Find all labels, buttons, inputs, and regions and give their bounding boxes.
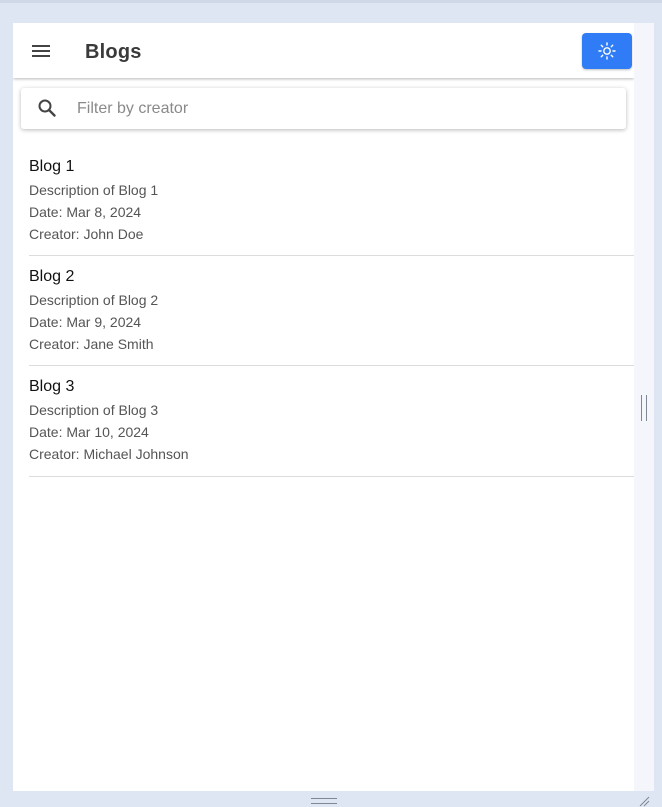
horizontal-resize-handle[interactable]	[641, 395, 647, 421]
blog-description: Description of Blog 2	[29, 292, 159, 308]
search-icon	[38, 99, 56, 117]
blog-creator: Creator: John Doe	[29, 226, 144, 242]
theme-toggle-button[interactable]	[582, 33, 632, 69]
sun-icon	[598, 42, 616, 60]
list-item[interactable]: Blog 3 Description of Blog 3 Date: Mar 1…	[29, 366, 634, 477]
blog-list: Blog 1 Description of Blog 1 Date: Mar 8…	[29, 146, 634, 477]
blog-description: Description of Blog 3	[29, 402, 159, 418]
blog-creator: Creator: Michael Johnson	[29, 446, 189, 462]
blog-title: Blog 1	[29, 158, 75, 175]
app-bar: Blogs	[13, 23, 634, 78]
list-item[interactable]: Blog 2 Description of Blog 2 Date: Mar 9…	[29, 256, 634, 366]
blog-description: Description of Blog 1	[29, 182, 159, 198]
blog-date: Date: Mar 8, 2024	[29, 204, 142, 220]
blog-date: Date: Mar 9, 2024	[29, 314, 142, 330]
resize-grip-icon[interactable]	[638, 795, 650, 807]
browser-top-strip	[0, 0, 662, 3]
menu-button[interactable]	[25, 35, 57, 67]
blog-title: Blog 2	[29, 268, 75, 285]
list-item[interactable]: Blog 1 Description of Blog 1 Date: Mar 8…	[29, 146, 634, 256]
page-title: Blogs	[85, 41, 142, 63]
filter-by-creator-input[interactable]	[75, 94, 609, 124]
blog-date: Date: Mar 10, 2024	[29, 424, 149, 440]
blog-title: Blog 3	[29, 378, 75, 395]
blog-creator: Creator: Jane Smith	[29, 336, 154, 352]
hamburger-menu-icon	[32, 45, 50, 57]
vertical-resize-handle[interactable]	[311, 798, 337, 804]
app-frame: Blogs B	[13, 23, 634, 791]
search-bar	[21, 88, 626, 129]
